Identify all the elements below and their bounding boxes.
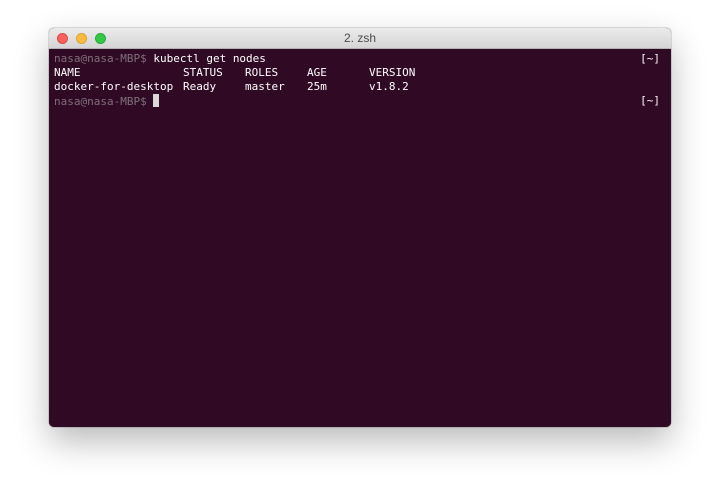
- node-version: v1.8.2: [369, 80, 409, 93]
- header-status: STATUS: [183, 66, 223, 79]
- terminal-output[interactable]: nasa@nasa-MBP$ kubectl get nodes [~] NAM…: [49, 49, 671, 427]
- node-status: Ready: [183, 80, 217, 93]
- cursor-block: [152, 94, 159, 107]
- right-prompt-active: [~]: [640, 94, 660, 107]
- right-prompt: [~]: [640, 52, 660, 65]
- header-roles: ROLES: [245, 66, 279, 79]
- terminal-window: 2. zsh nasa@nasa-MBP$ kubectl get nodes …: [49, 28, 671, 427]
- node-name: docker-for-desktop: [54, 80, 174, 93]
- active-prompt-line[interactable]: nasa@nasa-MBP$: [54, 94, 159, 108]
- node-age: 25m: [307, 80, 327, 93]
- shell-prompt-active: nasa@nasa-MBP$: [54, 95, 147, 108]
- header-version: VERSION: [369, 66, 416, 79]
- header-age: AGE: [307, 66, 327, 79]
- command-line: nasa@nasa-MBP$ kubectl get nodes: [54, 52, 266, 66]
- shell-prompt: nasa@nasa-MBP$: [54, 52, 147, 65]
- command-text: kubectl get nodes: [153, 52, 266, 65]
- node-roles: master: [245, 80, 285, 93]
- window-title: 2. zsh: [343, 31, 376, 45]
- header-name: NAME: [54, 66, 81, 79]
- title-bar[interactable]: 2. zsh: [49, 28, 671, 49]
